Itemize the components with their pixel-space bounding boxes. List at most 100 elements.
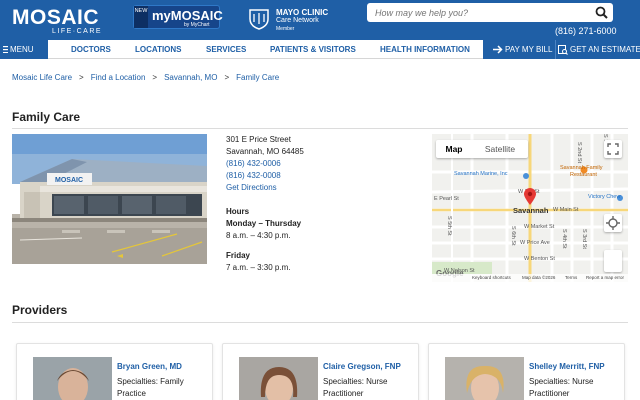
provider-card[interactable]: Claire Gregson, FNP Specialties: Nurse P… bbox=[222, 343, 419, 400]
provider-card[interactable]: Shelley Merritt, FNP Specialties: Nurse … bbox=[428, 343, 625, 400]
new-badge: NEW bbox=[134, 6, 148, 28]
map-label-wmarket: W Market St bbox=[524, 224, 555, 230]
address-line1: 301 E Price Street bbox=[226, 135, 291, 144]
map-label-wprice: W Price Ave bbox=[520, 240, 550, 246]
provider-name[interactable]: Bryan Green, MD bbox=[117, 362, 182, 371]
get-directions-link[interactable]: Get Directions bbox=[226, 183, 277, 192]
search-icon[interactable] bbox=[595, 6, 608, 19]
map-terms[interactable]: Terms bbox=[565, 275, 577, 280]
mayo-line2: Care Network bbox=[276, 17, 319, 24]
map-label-s5th: S 5th St bbox=[446, 216, 452, 236]
hours-days-2: Friday bbox=[226, 251, 251, 260]
provider-photo bbox=[239, 357, 318, 400]
pay-bill-label: PAY MY BILL bbox=[505, 45, 553, 54]
map-label-town: Savannah bbox=[513, 206, 549, 215]
hours-days-1: Monday – Thursday bbox=[226, 219, 302, 228]
map-pin-icon[interactable] bbox=[524, 188, 536, 206]
map-type-tabs: Map Satellite bbox=[436, 140, 528, 158]
mayo-shield-icon bbox=[249, 9, 269, 30]
estimate-icon bbox=[558, 45, 568, 55]
pay-arrow-icon bbox=[493, 45, 503, 54]
provider-name[interactable]: Shelley Merritt, FNP bbox=[529, 362, 605, 371]
breadcrumb-separator: > bbox=[224, 73, 230, 82]
location-map[interactable]: Savannah Marine, Inc Savannah Family Res… bbox=[432, 134, 628, 282]
map-label-s3rd: S 3rd St bbox=[581, 229, 587, 249]
provider-specialty: Specialties: Nurse Practitioner bbox=[323, 376, 415, 400]
breadcrumb: Mosaic Life Care > Find a Location > Savanna… bbox=[12, 73, 279, 82]
provider-specialty: Specialties: Family Practice bbox=[117, 376, 209, 400]
breadcrumb-home[interactable]: Mosaic Life Care bbox=[12, 73, 72, 82]
map-footer: Keyboard shortcuts Map data ©2026 Terms … bbox=[432, 274, 628, 282]
provider-specialty: Specialties: Nurse Practitioner bbox=[529, 376, 621, 400]
menu-label: MENU bbox=[10, 45, 34, 54]
map-data-credit: Map data ©2026 bbox=[522, 275, 556, 280]
map-tab-satellite[interactable]: Satellite bbox=[472, 140, 528, 158]
hours-time-2: 7 a.m. – 3:30 p.m. bbox=[226, 263, 291, 272]
provider-card[interactable]: Bryan Green, MD Specialties: Family Prac… bbox=[16, 343, 213, 400]
estimate-button[interactable]: GET AN ESTIMATE bbox=[555, 40, 640, 59]
nav-services[interactable]: SERVICES bbox=[206, 40, 246, 59]
search-input[interactable] bbox=[375, 6, 585, 19]
breadcrumb-savannah[interactable]: Savannah, MO bbox=[164, 73, 217, 82]
specialty-label: Specialties: bbox=[529, 377, 570, 386]
breadcrumb-separator: > bbox=[152, 73, 158, 82]
breadcrumb-current[interactable]: Family Care bbox=[236, 73, 279, 82]
map-report-error[interactable]: Report a map error bbox=[586, 275, 624, 280]
map-label-s4th: S 4th St bbox=[561, 229, 567, 249]
provider-photo bbox=[445, 357, 524, 400]
divider bbox=[12, 128, 628, 129]
mosaic-logo[interactable]: MOSAIC LIFE·CARE bbox=[12, 6, 107, 36]
map-tab-map[interactable]: Map bbox=[436, 140, 472, 158]
map-label-restaurant: Restaurant bbox=[570, 172, 597, 178]
nav-locations[interactable]: LOCATIONS bbox=[135, 40, 182, 59]
street-view-icon bbox=[606, 216, 620, 230]
map-label-epearl: E Pearl St bbox=[434, 196, 459, 202]
mayo-clinic-logo[interactable]: MAYO CLINIC Care Network Member bbox=[248, 8, 338, 34]
fullscreen-icon bbox=[607, 143, 619, 155]
top-header-bar: MOSAIC LIFE·CARE NEW myMOSAIC by MyChart… bbox=[0, 0, 640, 40]
providers-title: Providers bbox=[12, 303, 68, 317]
main-nav: MENU DOCTORS LOCATIONS SERVICES PATIENTS… bbox=[0, 40, 640, 59]
mayo-line1: MAYO CLINIC bbox=[276, 8, 329, 17]
specialty-label: Specialties: bbox=[323, 377, 364, 386]
hours-time-1: 8 a.m. – 4:30 p.m. bbox=[226, 231, 291, 240]
pegman-button[interactable] bbox=[604, 214, 622, 232]
mymosaic-by: by MyChart bbox=[184, 22, 210, 28]
hamburger-icon bbox=[3, 46, 8, 53]
logo-main-text: MOSAIC bbox=[12, 6, 99, 29]
mymosaic-button[interactable]: NEW myMOSAIC by MyChart bbox=[133, 5, 223, 29]
phone-link-2[interactable]: (816) 432-0008 bbox=[226, 171, 281, 180]
hours-heading: Hours bbox=[226, 207, 250, 216]
nav-doctors[interactable]: DOCTORS bbox=[71, 40, 111, 59]
map-keyboard-shortcuts[interactable]: Keyboard shortcuts bbox=[472, 275, 511, 280]
map-label-wbenton: W Benton St bbox=[524, 256, 555, 262]
nav-health-information[interactable]: HEALTH INFORMATION bbox=[380, 40, 470, 59]
header-phone[interactable]: (816) 271-6000 bbox=[555, 26, 617, 36]
logo-sub-text: LIFE·CARE bbox=[52, 28, 103, 35]
breadcrumb-separator: > bbox=[79, 73, 84, 82]
map-label-victory: Victory Chevr bbox=[588, 194, 621, 200]
pay-bill-button[interactable]: PAY MY BILL bbox=[483, 40, 555, 59]
location-photo: MOSAIC bbox=[12, 134, 207, 264]
phone-link-1[interactable]: (816) 432-0006 bbox=[226, 159, 281, 168]
address-line2: Savannah, MO 64485 bbox=[226, 147, 304, 156]
fullscreen-button[interactable] bbox=[604, 140, 622, 158]
estimate-label: GET AN ESTIMATE bbox=[570, 45, 640, 54]
map-label-wmain: W Main St bbox=[553, 207, 579, 213]
breadcrumb-find-location[interactable]: Find a Location bbox=[91, 73, 146, 82]
specialty-label: Specialties: bbox=[117, 377, 158, 386]
menu-button[interactable]: MENU bbox=[0, 40, 48, 59]
page-title: Family Care bbox=[12, 110, 81, 124]
mayo-line3: Member bbox=[276, 26, 295, 32]
map-label-family: Savannah Family bbox=[560, 165, 603, 171]
provider-name[interactable]: Claire Gregson, FNP bbox=[323, 362, 401, 371]
map-label-s2nd: S 2nd St bbox=[576, 142, 582, 164]
map-label-s6th: S 6th St bbox=[510, 226, 516, 246]
map-label-marine: Savannah Marine, Inc bbox=[454, 171, 508, 177]
divider bbox=[12, 322, 628, 323]
zoom-controls[interactable] bbox=[604, 250, 622, 272]
building-sign: MOSAIC bbox=[55, 177, 83, 184]
mymosaic-name: myMOSAIC bbox=[152, 8, 223, 23]
provider-photo bbox=[33, 357, 112, 400]
nav-patients-visitors[interactable]: PATIENTS & VISITORS bbox=[270, 40, 356, 59]
